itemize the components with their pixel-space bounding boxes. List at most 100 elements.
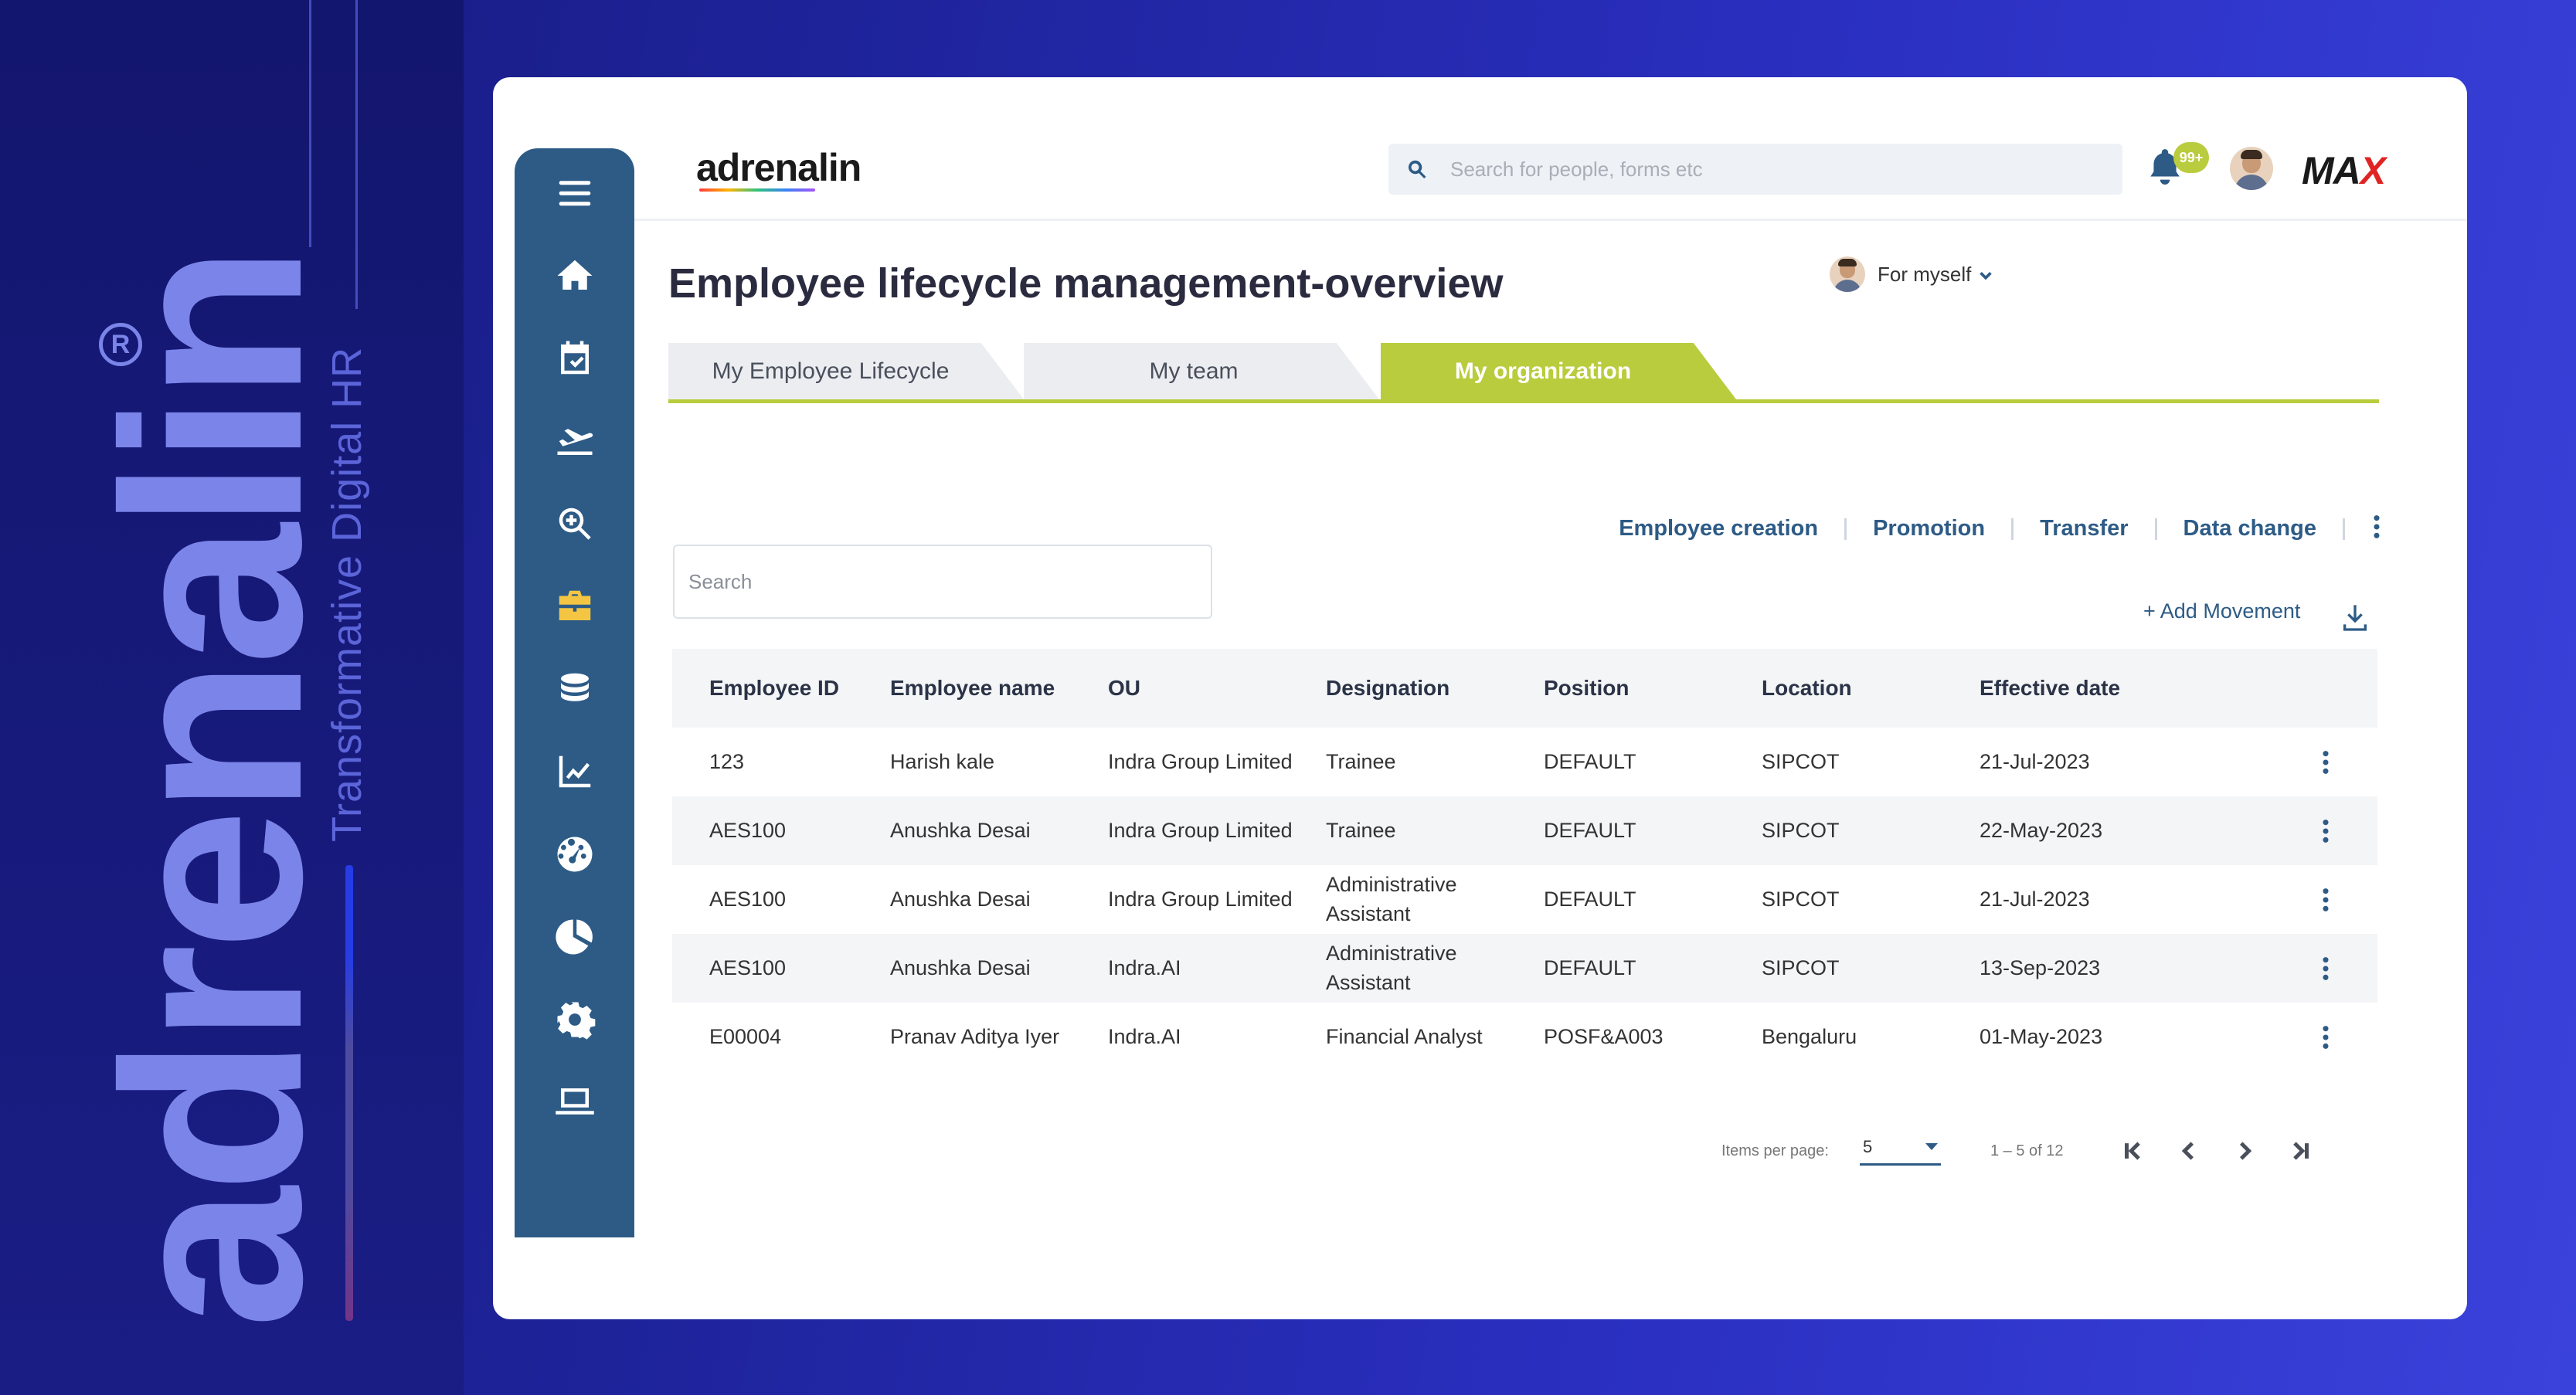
last-page-button[interactable] — [2285, 1135, 2316, 1166]
table-search-input[interactable] — [673, 545, 1212, 619]
transfer-link[interactable]: Transfer — [2040, 516, 2128, 541]
cell-employee-id: AES100 — [709, 955, 787, 979]
column-header[interactable]: Employee ID — [672, 673, 890, 703]
cell-designation: Trainee — [1326, 749, 1396, 773]
home-icon[interactable] — [552, 253, 598, 299]
employee-creation-link[interactable]: Employee creation — [1619, 516, 1818, 541]
avatar — [1830, 256, 1865, 292]
sidebar — [515, 148, 634, 1237]
cell-position: POSF&A003 — [1544, 1024, 1664, 1048]
more-actions-icon[interactable] — [2371, 514, 2382, 544]
coins-icon[interactable] — [552, 666, 598, 712]
items-per-page-value: 5 — [1862, 1136, 1873, 1156]
cell-effective-date: 21-Jul-2023 — [1980, 749, 2090, 773]
cell-employee-id: AES100 — [709, 818, 787, 842]
cell-effective-date: 13-Sep-2023 — [1980, 955, 2101, 979]
download-icon[interactable] — [2340, 602, 2370, 633]
caret-down-icon — [1925, 1143, 1938, 1150]
cell-ou: Indra Group Limited — [1108, 749, 1293, 773]
pie-chart-icon[interactable] — [552, 914, 598, 960]
decorative-line — [309, 0, 311, 247]
chevron-right-icon — [2239, 1142, 2251, 1160]
page-title: Employee lifecycle management-overview — [668, 260, 1504, 307]
cell-designation: Administrative Assistant — [1326, 941, 1457, 994]
cell-position: DEFAULT — [1544, 887, 1636, 911]
cell-ou: Indra.AI — [1108, 955, 1181, 979]
table-row[interactable]: AES100 Anushka Desai Indra Group Limited… — [672, 865, 2377, 934]
laptop-icon[interactable] — [552, 1079, 598, 1125]
line-chart-icon[interactable] — [552, 748, 598, 795]
global-search-input[interactable] — [1450, 157, 2068, 182]
row-more-icon[interactable] — [2320, 749, 2331, 776]
cell-effective-date: 22-May-2023 — [1980, 818, 2103, 842]
promotion-link[interactable]: Promotion — [1873, 516, 1985, 541]
tab-my-organization[interactable]: My organization — [1381, 343, 1736, 399]
cell-designation: Financial Analyst — [1326, 1024, 1483, 1048]
data-change-link[interactable]: Data change — [2183, 516, 2316, 541]
first-page-icon — [2124, 1142, 2140, 1160]
column-header[interactable]: OU — [1108, 673, 1326, 703]
cell-location: SIPCOT — [1762, 749, 1840, 773]
tab-my-employee-lifecycle[interactable]: My Employee Lifecycle — [668, 343, 1024, 399]
user-avatar[interactable] — [2230, 147, 2273, 190]
column-header[interactable]: Position — [1544, 673, 1762, 703]
cell-ou: Indra Group Limited — [1108, 887, 1293, 911]
cell-location: Bengaluru — [1762, 1024, 1857, 1048]
cell-employee-name: Anushka Desai — [890, 955, 1031, 979]
briefcase-icon[interactable] — [552, 583, 598, 630]
row-more-icon[interactable] — [2320, 887, 2331, 913]
row-more-icon[interactable] — [2320, 818, 2331, 844]
dashboard-gauge-icon[interactable] — [552, 831, 598, 877]
action-links: Employee creation Promotion Transfer Dat… — [1619, 514, 2382, 544]
global-search[interactable] — [1388, 144, 2122, 195]
decorative-line — [355, 0, 358, 309]
plane-icon[interactable] — [552, 418, 598, 464]
add-movement-button[interactable]: + Add Movement — [2143, 599, 2300, 623]
app-logo[interactable]: adrenalin — [696, 145, 861, 190]
cell-location: SIPCOT — [1762, 818, 1840, 842]
employee-movement-table: Employee ID Employee name OU Designation… — [672, 649, 2377, 1071]
brand-tagline: Transformative Digital HR — [324, 346, 370, 842]
cell-effective-date: 01-May-2023 — [1980, 1024, 2103, 1048]
for-myself-label: For myself — [1878, 262, 1972, 286]
table-header: Employee ID Employee name OU Designation… — [672, 649, 2377, 728]
previous-page-button[interactable] — [2173, 1135, 2204, 1166]
table-row[interactable]: 123 Harish kale Indra Group Limited Trai… — [672, 728, 2377, 796]
next-page-button[interactable] — [2229, 1135, 2260, 1166]
divider — [2343, 518, 2345, 540]
notifications-button[interactable]: 99+ — [2146, 142, 2209, 192]
row-more-icon[interactable] — [2320, 1024, 2331, 1050]
divider — [2011, 518, 2014, 540]
tab-my-team[interactable]: My team — [1024, 343, 1379, 399]
column-header[interactable]: Location — [1762, 673, 1980, 703]
table-row[interactable]: AES100 Anushka Desai Indra Group Limited… — [672, 796, 2377, 865]
first-page-button[interactable] — [2118, 1135, 2149, 1166]
cell-employee-name: Harish kale — [890, 749, 995, 773]
tab-bar: My Employee Lifecycle My team My organiz… — [668, 343, 2379, 403]
menu-icon[interactable] — [552, 170, 598, 216]
page-range: 1 – 5 of 12 — [1990, 1142, 2064, 1159]
table-row[interactable]: E00004 Pranav Aditya Iyer Indra.AI Finan… — [672, 1003, 2377, 1071]
cell-ou: Indra.AI — [1108, 1024, 1181, 1048]
cell-employee-id: E00004 — [709, 1024, 782, 1048]
items-per-page-select[interactable]: 5 — [1859, 1136, 1941, 1166]
divider — [1844, 518, 1847, 540]
column-header[interactable]: Designation — [1326, 673, 1544, 703]
max-logo[interactable]: MAX — [2302, 148, 2386, 193]
settings-icon[interactable] — [552, 996, 598, 1043]
cell-effective-date: 21-Jul-2023 — [1980, 887, 2090, 911]
column-header[interactable]: Effective date — [1980, 673, 2258, 703]
column-header[interactable]: Employee name — [890, 673, 1108, 703]
app-window: adrenalin 99+ MAX Employee lifecycle man… — [493, 77, 2467, 1319]
cell-designation: Administrative Assistant — [1326, 872, 1457, 925]
for-myself-dropdown[interactable]: For myself — [1830, 256, 1994, 292]
cell-employee-id: 123 — [709, 749, 745, 773]
calendar-check-icon[interactable] — [552, 335, 598, 382]
divider — [2154, 518, 2157, 540]
cell-position: DEFAULT — [1544, 749, 1636, 773]
search-zoom-icon[interactable] — [552, 501, 598, 547]
table-row[interactable]: AES100 Anushka Desai Indra.AI Administra… — [672, 934, 2377, 1003]
max-logo-x: X — [2360, 149, 2386, 192]
brand-watermark: adrenalin — [70, 250, 355, 1329]
row-more-icon[interactable] — [2320, 955, 2331, 982]
